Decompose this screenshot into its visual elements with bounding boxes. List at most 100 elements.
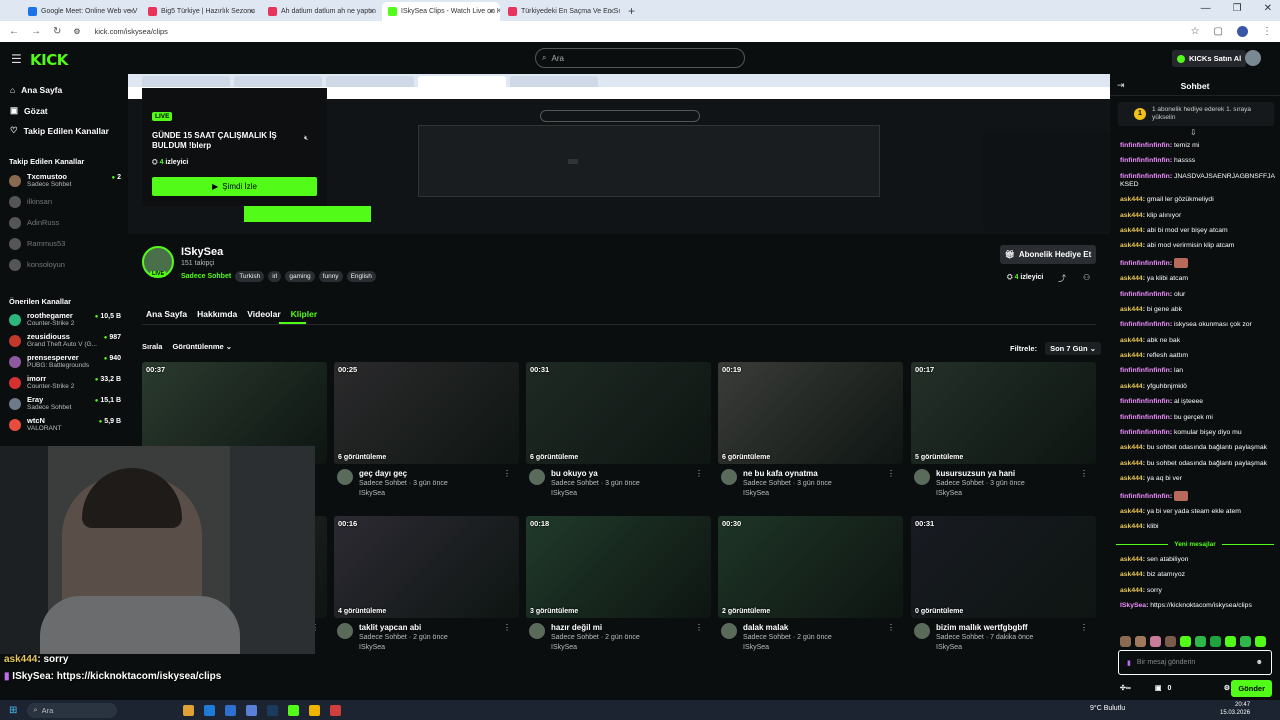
- live-preview-card[interactable]: LIVE GÜNDE 15 SAAT ÇALIŞMALIK İŞ BULDUM …: [142, 88, 327, 206]
- clip-card[interactable]: 00:19 6 görüntüleme ne bu kafa oynatma Sade…: [718, 362, 903, 500]
- clip-title[interactable]: ne bu kafa oynatma: [743, 469, 818, 478]
- sidebar-recommended-channel[interactable]: imorrCounter-Strike 2 33,2 B: [9, 373, 121, 393]
- more-user-icon[interactable]: ⚇: [1083, 273, 1090, 282]
- clip-channel-avatar[interactable]: [337, 469, 353, 485]
- clip-thumbnail[interactable]: 00:18 3 görüntüleme: [526, 516, 711, 618]
- chat-username[interactable]: ask444: [1120, 227, 1143, 234]
- clip-thumbnail[interactable]: 00:31 0 görüntüleme: [911, 516, 1096, 618]
- emote-icon[interactable]: [1195, 636, 1206, 647]
- clip-channel-avatar[interactable]: [914, 623, 930, 639]
- sidebar-followed-channel[interactable]: Rammus53: [9, 234, 121, 254]
- site-info-icon[interactable]: ⚙: [73, 27, 80, 36]
- chat-username[interactable]: ask444: [1120, 242, 1143, 249]
- clip-title[interactable]: hazır değil mi: [551, 623, 602, 632]
- pinned-gift-banner[interactable]: 1 1 abonelik hediye ederek 1. sıraya yük…: [1118, 102, 1274, 126]
- chat-username[interactable]: ask444: [1120, 196, 1143, 203]
- chat-username[interactable]: finfinfinfinfinfin: [1120, 291, 1170, 298]
- share-icon[interactable]: ⤴: [1058, 273, 1066, 284]
- emote-icon[interactable]: [1165, 636, 1176, 647]
- sidebar-recommended-channel[interactable]: roothegamerCounter-Strike 2 10,5 B: [9, 310, 121, 330]
- tab-close-icon[interactable]: ✕: [248, 7, 255, 16]
- sidebar-link-browse[interactable]: ▣ Gözat: [10, 105, 48, 116]
- clip-title[interactable]: bizim mallık wertfgbgbff: [936, 623, 1028, 632]
- clip-card[interactable]: 00:16 4 görüntüleme taklit yapcan abi Sadec…: [334, 516, 519, 654]
- discord-icon[interactable]: [246, 704, 258, 716]
- clip-channel-avatar[interactable]: [337, 623, 353, 639]
- maximize-icon[interactable]: ❐: [1233, 3, 1242, 14]
- forward-icon[interactable]: →: [31, 26, 41, 37]
- chat-username[interactable]: ask444: [1120, 556, 1143, 563]
- reload-icon[interactable]: ↻: [53, 26, 61, 37]
- clip-card[interactable]: 00:17 5 görüntüleme kusursuzsun ya hani Sad…: [911, 362, 1096, 500]
- channel-tag[interactable]: English: [346, 271, 376, 282]
- tab-about[interactable]: Hakkımda: [197, 309, 237, 319]
- clip-channel[interactable]: ISkySea: [936, 490, 962, 497]
- emote-icon[interactable]: [1150, 636, 1161, 647]
- clip-channel[interactable]: ISkySea: [551, 490, 577, 497]
- chat-message-input[interactable]: ▮ Bir mesaj gönderin ☻: [1118, 650, 1272, 675]
- channel-tag[interactable]: irl: [268, 271, 282, 282]
- clip-thumbnail[interactable]: 00:16 4 görüntüleme: [334, 516, 519, 618]
- clip-card[interactable]: 00:30 2 görüntüleme dalak malak Sadece Sohb…: [718, 516, 903, 654]
- hamburger-menu-icon[interactable]: ☰: [11, 52, 22, 66]
- chat-username[interactable]: ask444: [1120, 475, 1143, 482]
- clip-channel[interactable]: ISkySea: [743, 644, 769, 651]
- browser-tab[interactable]: ISkySea Clips - Watch Live on K ✕: [382, 2, 500, 21]
- chat-username[interactable]: finfinfinfinfinfin: [1120, 173, 1170, 180]
- tab-close-icon[interactable]: ✕: [608, 7, 615, 16]
- browser-tab[interactable]: Big5 Türkiye | Hazırlık Sezonu ✕: [142, 2, 260, 21]
- tab-close-icon[interactable]: ✕: [488, 7, 495, 16]
- kick-points-icon[interactable]: ✣∞: [1120, 684, 1131, 692]
- obs-icon[interactable]: [330, 704, 342, 716]
- chat-username[interactable]: ask444: [1120, 306, 1143, 313]
- taskbar-search[interactable]: ⌕ Ara: [27, 702, 118, 718]
- clip-channel[interactable]: ISkySea: [743, 490, 769, 497]
- clip-card[interactable]: 00:31 6 görüntüleme bu okuyo ya Sadece Sohb…: [526, 362, 711, 500]
- chat-username[interactable]: finfinfinfinfinfin: [1120, 367, 1170, 374]
- file-explorer-icon[interactable]: [183, 704, 195, 716]
- user-avatar[interactable]: [1245, 50, 1261, 66]
- sidebar-recommended-channel[interactable]: wtcNVALORANT 5,9 B: [9, 415, 121, 435]
- clip-more-icon[interactable]: ⋮: [887, 623, 895, 632]
- clip-channel-avatar[interactable]: [721, 469, 737, 485]
- channel-tag[interactable]: funny: [318, 271, 343, 282]
- clip-title[interactable]: geç dayı geç: [359, 469, 407, 478]
- weather-widget[interactable]: 9°C Bulutlu: [1090, 705, 1125, 712]
- clip-thumbnail[interactable]: 00:30 2 görüntüleme: [718, 516, 903, 618]
- tab-home[interactable]: Ana Sayfa: [146, 309, 187, 319]
- chat-username[interactable]: ask444: [1120, 523, 1143, 530]
- clip-thumbnail[interactable]: 00:31 6 görüntüleme: [526, 362, 711, 464]
- search-input[interactable]: ⌕ Ara: [535, 48, 745, 68]
- chat-username[interactable]: ask444: [1120, 212, 1143, 219]
- clip-more-icon[interactable]: ⋮: [887, 469, 895, 478]
- sidebar-recommended-channel[interactable]: prensesperverPUBG: Battlegrounds 940: [9, 352, 121, 372]
- mute-icon[interactable]: 🔇︎: [304, 135, 308, 143]
- clip-title[interactable]: dalak malak: [743, 623, 788, 632]
- chat-username[interactable]: finfinfinfinfinfin: [1120, 142, 1170, 149]
- windows-start-icon[interactable]: ⊞: [9, 705, 17, 716]
- chat-username[interactable]: ask444: [1120, 352, 1143, 359]
- clip-more-icon[interactable]: ⋮: [503, 469, 511, 478]
- tab-clips[interactable]: Klipler: [291, 309, 317, 319]
- sidebar-recommended-channel[interactable]: zeusidioussGrand Theft Auto V (G... 987: [9, 331, 121, 351]
- chat-username[interactable]: ask444: [1120, 337, 1143, 344]
- sidebar-link-following[interactable]: ♡ Takip Edilen Kanallar: [10, 125, 109, 136]
- profile-avatar[interactable]: [1237, 26, 1248, 37]
- emote-icon[interactable]: [1255, 636, 1266, 647]
- store-icon[interactable]: [225, 704, 237, 716]
- chat-username[interactable]: finfinfinfinfinfin: [1120, 429, 1170, 436]
- clip-more-icon[interactable]: ⋮: [695, 623, 703, 632]
- browser-tab[interactable]: Google Meet: Online Web ve V ✕: [22, 2, 140, 21]
- sidebar-link-home[interactable]: ⌂ Ana Sayfa: [10, 85, 62, 95]
- clip-channel-avatar[interactable]: [721, 623, 737, 639]
- clip-channel-avatar[interactable]: [914, 469, 930, 485]
- clip-card[interactable]: 00:25 6 görüntüleme geç dayı geç Sadece Soh…: [334, 362, 519, 500]
- emoji-icon[interactable]: ☻: [1256, 659, 1263, 666]
- kick-app-icon[interactable]: [288, 704, 300, 716]
- clip-more-icon[interactable]: ⋮: [1080, 623, 1088, 632]
- chat-username[interactable]: ISkySea: [1120, 602, 1146, 609]
- clip-card[interactable]: 00:18 3 görüntüleme hazır değil mi Sadece S…: [526, 516, 711, 654]
- emote-icon[interactable]: [1120, 636, 1131, 647]
- sidebar-recommended-channel[interactable]: EraySadece Sohbet 15,1 B: [9, 394, 121, 414]
- sidebar-followed-channel[interactable]: ilkinsan: [9, 192, 121, 212]
